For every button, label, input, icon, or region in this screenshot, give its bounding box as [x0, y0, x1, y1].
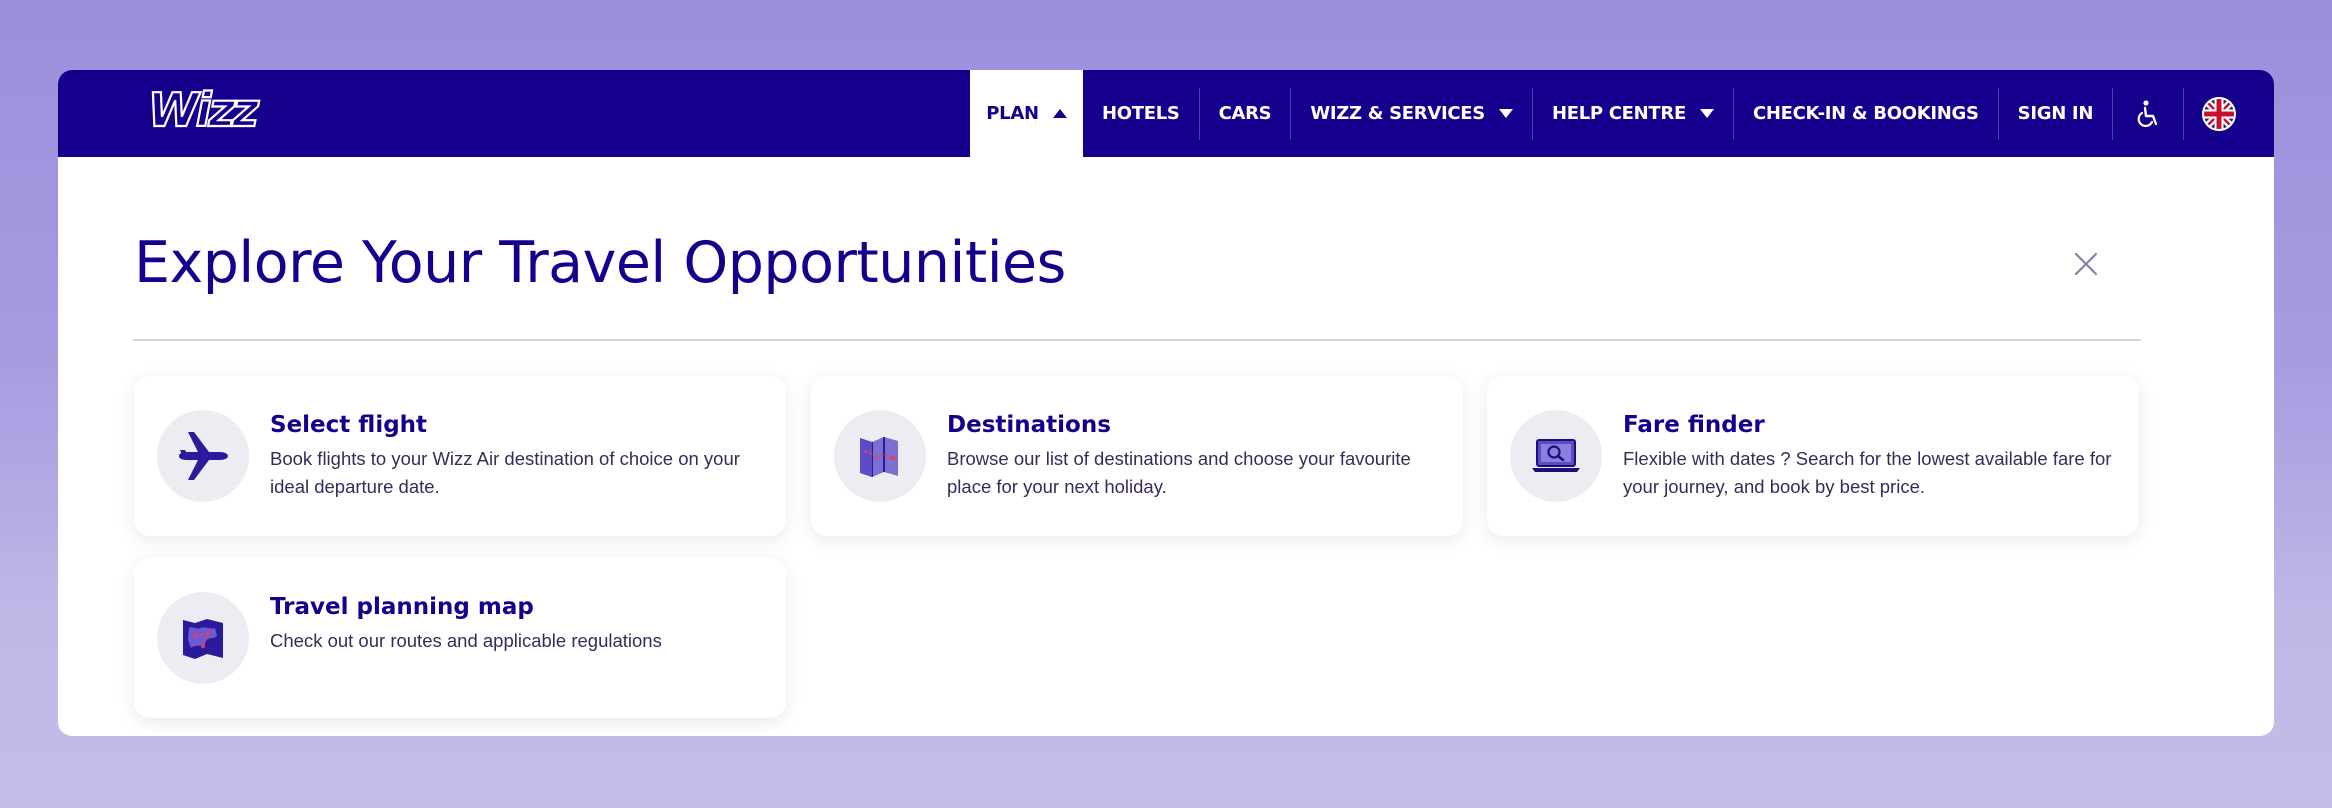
- nav-sign-in-label: SIGN IN: [2017, 103, 2094, 124]
- card-description: Check out our routes and applicable regu…: [270, 630, 662, 651]
- uk-flag-icon[interactable]: [2184, 70, 2254, 157]
- laptop-search-icon: [1510, 410, 1602, 502]
- caret-down-icon: [1498, 109, 1513, 118]
- top-navigation-bar: Wizz PLAN HOTELS CARS WIZZ & SERVICES HE: [58, 70, 2274, 157]
- svg-text:Wizz: Wizz: [148, 83, 259, 137]
- europe-map-icon: [157, 592, 249, 684]
- card-title: Travel planning map: [270, 594, 534, 620]
- card-title: Destinations: [947, 412, 1111, 438]
- card-select-flight[interactable]: Select flight Book flights to your Wizz …: [134, 376, 786, 536]
- nav-hotels[interactable]: HOTELS: [1083, 70, 1199, 157]
- nav-cars-label: CARS: [1218, 103, 1272, 124]
- card-title: Fare finder: [1623, 412, 1765, 438]
- card-description: Book flights to your Wizz Air destinatio…: [270, 448, 740, 497]
- nav-sign-in[interactable]: SIGN IN: [1999, 70, 2112, 157]
- plan-dropdown-window: Wizz PLAN HOTELS CARS WIZZ & SERVICES HE: [58, 70, 2274, 736]
- nav-help-centre[interactable]: HELP CENTRE: [1533, 70, 1733, 157]
- card-title: Select flight: [270, 412, 428, 438]
- close-button[interactable]: [2068, 246, 2104, 282]
- card-description: Browse our list of destinations and choo…: [947, 448, 1411, 497]
- nav-check-in-bookings[interactable]: CHECK-IN & BOOKINGS: [1734, 70, 1998, 157]
- card-destinations[interactable]: Destinations Browse our list of destinat…: [811, 376, 1463, 536]
- caret-down-icon: [1699, 109, 1714, 118]
- accessibility-icon[interactable]: [2113, 70, 2183, 157]
- nav-cars[interactable]: CARS: [1200, 70, 1291, 157]
- nav-help-centre-label: HELP CENTRE: [1551, 103, 1686, 124]
- card-travel-planning-map[interactable]: Travel planning map Check out our routes…: [134, 558, 786, 718]
- map-icon: [834, 410, 926, 502]
- caret-up-icon: [1052, 109, 1067, 118]
- panel-title: Explore Your Travel Opportunities: [134, 230, 1066, 296]
- nav-wizz-services-label: WIZZ & SERVICES: [1310, 103, 1485, 124]
- nav-hotels-label: HOTELS: [1102, 103, 1180, 124]
- close-icon: [2074, 252, 2098, 276]
- nav-plan[interactable]: PLAN: [970, 70, 1083, 157]
- card-description: Flexible with dates ? Search for the low…: [1623, 448, 2112, 497]
- main-nav: PLAN HOTELS CARS WIZZ & SERVICES HELP CE…: [970, 70, 2254, 157]
- airplane-icon: [157, 410, 249, 502]
- nav-plan-label: PLAN: [986, 103, 1039, 124]
- wizz-logo[interactable]: Wizz: [144, 82, 274, 142]
- title-divider: [133, 339, 2141, 341]
- nav-wizz-services[interactable]: WIZZ & SERVICES: [1291, 70, 1532, 157]
- nav-check-in-bookings-label: CHECK-IN & BOOKINGS: [1752, 103, 1979, 124]
- card-fare-finder[interactable]: Fare finder Flexible with dates ? Search…: [1487, 376, 2139, 536]
